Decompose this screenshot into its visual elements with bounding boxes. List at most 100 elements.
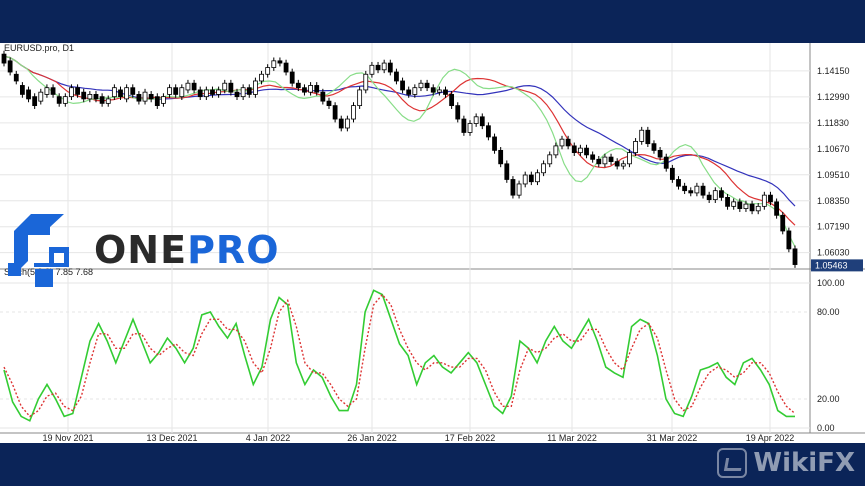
stoch-tick-label: 20.00	[817, 394, 840, 404]
price-chart-title: EURUSD.pro, D1	[4, 43, 74, 53]
stoch-d-line	[3, 293, 796, 418]
candle-body	[167, 87, 172, 95]
time-tick-label: 4 Jan 2022	[246, 433, 291, 443]
candle-body	[154, 96, 160, 107]
price-tick-label: 1.06030	[817, 248, 850, 258]
candle-body	[13, 73, 19, 82]
candle-body	[191, 82, 197, 91]
candle-body	[535, 172, 540, 183]
candle-body	[302, 87, 307, 93]
price-tick-label: 1.09510	[817, 170, 850, 180]
candle-body	[436, 89, 442, 93]
candle-body	[124, 87, 130, 100]
candle-body	[148, 94, 154, 100]
candle-body	[627, 152, 632, 165]
candle-body	[99, 96, 105, 104]
candle-body	[571, 145, 577, 154]
candle-body	[608, 156, 614, 162]
candle-body	[222, 82, 228, 91]
candle-body	[351, 105, 356, 120]
candle-body	[381, 62, 387, 71]
stochastic-lines	[3, 289, 796, 422]
candle-body	[559, 138, 565, 147]
candle-body	[277, 60, 283, 64]
candle-body	[173, 87, 179, 95]
candle-body	[259, 73, 264, 82]
candle-body	[516, 183, 522, 196]
candle-body	[32, 96, 38, 107]
candle-body	[246, 87, 252, 95]
candle-body	[357, 89, 363, 107]
candle-body	[620, 163, 626, 167]
logo-text-pro: PRO	[187, 228, 280, 272]
candle-body	[253, 80, 258, 95]
candle-body	[240, 87, 246, 98]
candle-body	[69, 87, 74, 98]
candle-body	[418, 82, 424, 89]
candle-body	[669, 167, 675, 180]
time-tick-label: 17 Feb 2022	[445, 433, 496, 443]
candle-body	[455, 105, 461, 120]
logo-text-one: ONE	[94, 228, 188, 272]
candle-body	[142, 91, 148, 102]
candle-body	[185, 82, 191, 91]
candle-body	[768, 194, 773, 203]
candle-body	[749, 203, 755, 212]
candle-body	[320, 91, 326, 102]
candle-body	[375, 64, 381, 71]
candle-body	[210, 89, 215, 95]
candle-body	[400, 80, 405, 91]
candle-body	[541, 163, 546, 174]
time-tick-label: 19 Nov 2021	[42, 433, 93, 443]
stoch-tick-label: 100.00	[817, 278, 845, 288]
candle-body	[737, 201, 743, 209]
candle-body	[676, 179, 681, 187]
logo-text: ONEPRO	[94, 228, 280, 272]
time-tick-label: 26 Jan 2022	[347, 433, 397, 443]
candle-body	[498, 149, 504, 165]
candle-body	[136, 94, 142, 102]
candle-body	[338, 118, 344, 129]
candle-body	[761, 194, 767, 207]
candle-body	[62, 96, 68, 104]
candle-body	[197, 89, 203, 98]
candle-body	[50, 87, 56, 95]
candle-body	[467, 123, 473, 133]
candle-body	[289, 71, 295, 84]
candle-body	[118, 89, 123, 98]
price-tick-label: 1.14150	[817, 66, 850, 76]
candle-body	[344, 118, 350, 129]
time-tick-label: 11 Mar 2022	[547, 433, 597, 443]
candle-body	[780, 214, 786, 232]
candle-body	[510, 179, 516, 196]
candle-body	[44, 87, 50, 95]
candle-body	[111, 87, 117, 98]
candle-body	[528, 174, 534, 183]
candle-body	[792, 248, 798, 265]
candle-body	[449, 94, 455, 107]
candle-body	[26, 89, 31, 100]
candle-body	[719, 190, 724, 198]
price-tick-label: 1.12990	[817, 92, 850, 102]
candle-body	[363, 73, 369, 91]
price-tick-label: 1.10670	[817, 144, 850, 154]
candle-body	[105, 98, 111, 104]
candle-body	[553, 145, 559, 156]
candle-body	[314, 85, 320, 93]
candle-body	[657, 149, 663, 158]
candle-body	[577, 147, 583, 154]
chart-frame: 1.14150 1.12990 1.11830 1.10670 1.09510 1.083…	[0, 43, 865, 443]
candle-body	[602, 156, 608, 165]
candle-body	[461, 118, 467, 133]
candle-body	[283, 62, 289, 73]
candle-body	[228, 82, 234, 93]
candle-body	[406, 89, 412, 95]
candle-body	[596, 158, 602, 165]
time-tick-label: 31 Mar 2022	[647, 433, 698, 443]
stoch-grid	[0, 282, 810, 429]
stoch-tick-label: 0.00	[817, 423, 835, 433]
candle-body	[712, 190, 718, 201]
candle-body	[565, 138, 571, 147]
candle-body	[332, 105, 338, 120]
price-tick-label: 1.11830	[817, 118, 849, 128]
